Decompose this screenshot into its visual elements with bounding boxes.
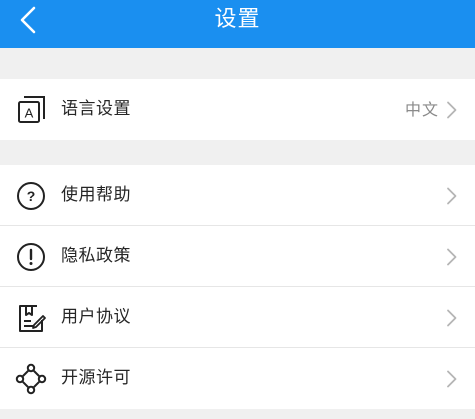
help-question-icon: ? — [17, 182, 45, 210]
chevron-right-icon — [447, 309, 457, 327]
open-source-nodes-icon — [15, 363, 47, 395]
language-icon: A — [18, 96, 45, 123]
settings-item-language[interactable]: A 语言设置 中文 — [0, 79, 475, 140]
settings-group-about: ? 使用帮助 隐私政策 用户协议 开源许可 — [0, 165, 475, 409]
settings-item-privacy[interactable]: 隐私政策 — [0, 226, 475, 287]
chevron-right-icon — [447, 370, 457, 388]
top-navigation-bar: 设置 — [0, 0, 475, 48]
svg-text:?: ? — [27, 188, 36, 204]
settings-item-label: 使用帮助 — [61, 185, 131, 205]
chevron-right-icon — [447, 187, 457, 205]
svg-text:A: A — [25, 106, 34, 121]
settings-item-label: 隐私政策 — [61, 246, 131, 266]
privacy-exclamation-icon — [17, 243, 45, 271]
chevron-right-icon — [447, 101, 457, 119]
settings-item-label: 开源许可 — [61, 368, 131, 388]
settings-item-label: 语言设置 — [61, 99, 131, 119]
settings-item-help[interactable]: ? 使用帮助 — [0, 165, 475, 226]
settings-item-label: 用户协议 — [61, 307, 131, 327]
settings-item-agreement[interactable]: 用户协议 — [0, 287, 475, 348]
chevron-right-icon — [447, 248, 457, 266]
page-title: 设置 — [214, 7, 261, 32]
agreement-document-icon — [19, 305, 46, 332]
settings-item-value: 中文 — [404, 100, 439, 119]
settings-item-open-source[interactable]: 开源许可 — [0, 348, 475, 409]
settings-group-language: A 语言设置 中文 — [0, 79, 475, 140]
